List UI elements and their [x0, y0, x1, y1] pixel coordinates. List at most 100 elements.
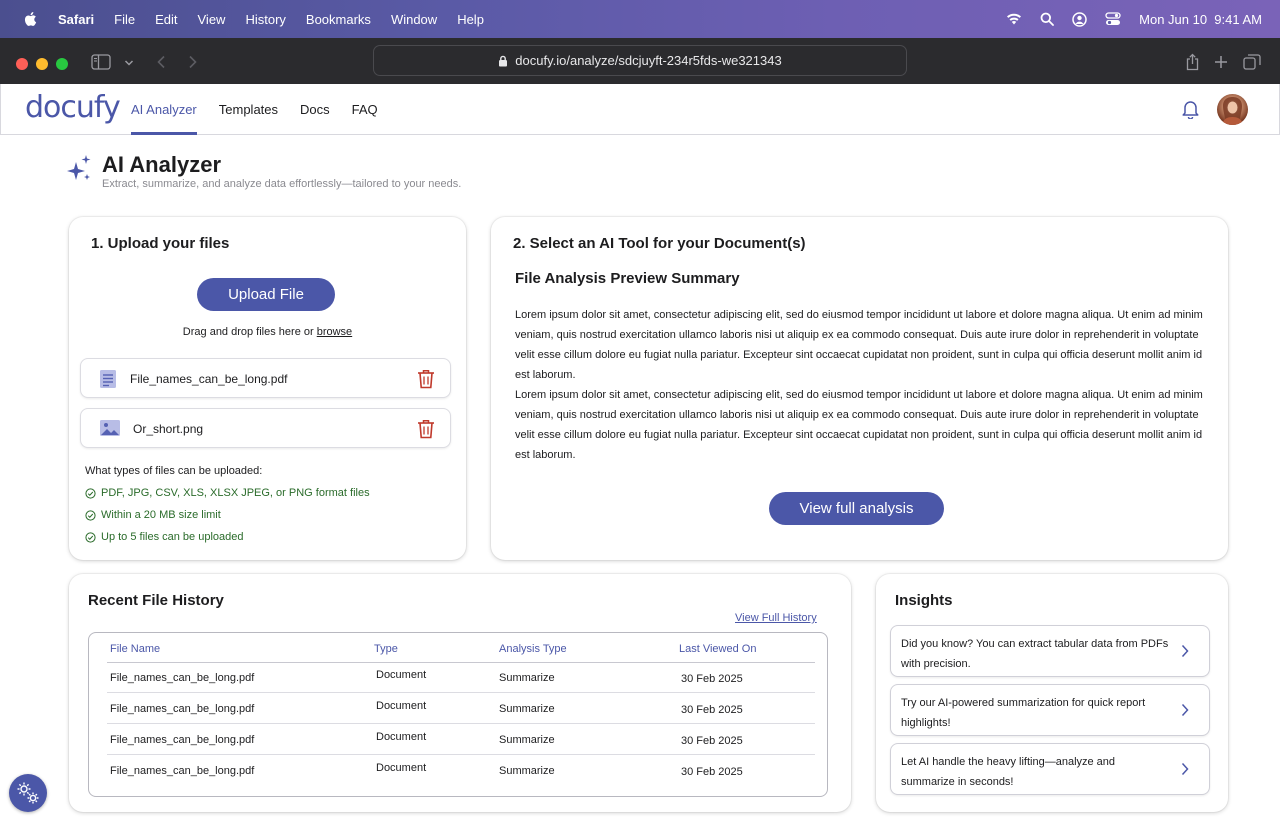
cell-last-viewed: 30 Feb 2025	[681, 766, 743, 778]
wifi-icon[interactable]	[1006, 13, 1022, 25]
image-icon	[100, 420, 120, 436]
summary-paragraph: Lorem ipsum dolor sit amet, consectetur …	[515, 309, 1203, 381]
insight-text: Try our AI-powered summarization for qui…	[901, 697, 1146, 729]
menu-help[interactable]: Help	[457, 12, 484, 27]
drag-drop-hint[interactable]: Drag and drop files here or browse	[69, 326, 466, 338]
insight-text: Did you know? You can extract tabular da…	[901, 638, 1169, 670]
menu-file[interactable]: File	[114, 12, 135, 27]
tab-templates[interactable]: Templates	[219, 84, 278, 135]
column-header-file-name[interactable]: File Name	[110, 643, 160, 655]
macos-menubar: Safari File Edit View History Bookmarks …	[0, 0, 1280, 38]
column-header-last-viewed[interactable]: Last Viewed On	[679, 643, 756, 655]
table-row[interactable]: File_names_can_be_long.pdf Document Summ…	[107, 662, 815, 693]
history-table: File Name Type Analysis Type Last Viewed…	[88, 632, 828, 797]
insights-heading: Insights	[895, 592, 953, 609]
cell-analysis-type: Summarize	[499, 765, 555, 777]
menubar-datetime: Mon Jun 10 9:41 AM	[1139, 11, 1262, 27]
upload-rule-text: PDF, JPG, CSV, XLS, XLSX JPEG, or PNG fo…	[101, 487, 370, 499]
preview-summary-body: Lorem ipsum dolor sit amet, consectetur …	[515, 305, 1205, 465]
share-icon[interactable]	[1185, 53, 1200, 71]
menubar-status-area: Mon Jun 10 9:41 AM	[1006, 0, 1262, 38]
chevron-down-icon[interactable]	[124, 59, 134, 67]
cell-analysis-type: Summarize	[499, 734, 555, 746]
upload-rule: PDF, JPG, CSV, XLS, XLSX JPEG, or PNG fo…	[85, 487, 370, 499]
window-minimize-button[interactable]	[36, 58, 48, 70]
window-close-button[interactable]	[16, 58, 28, 70]
chevron-right-icon	[1181, 762, 1189, 776]
insight-item[interactable]: Try our AI-powered summarization for qui…	[890, 684, 1210, 736]
spotlight-search-icon[interactable]	[1040, 12, 1055, 26]
upload-rule-text: Within a 20 MB size limit	[101, 509, 221, 521]
document-icon	[100, 370, 116, 388]
menu-app-name[interactable]: Safari	[58, 12, 94, 27]
check-circle-icon	[85, 509, 96, 521]
column-header-type[interactable]: Type	[374, 643, 398, 655]
chevron-right-icon	[1181, 644, 1189, 658]
apple-icon[interactable]	[22, 10, 40, 28]
file-name: Or_short.png	[133, 422, 204, 436]
page-title: AI Analyzer	[102, 152, 222, 177]
upload-rules-heading: What types of files can be uploaded:	[85, 465, 263, 477]
view-full-history-link[interactable]: View Full History	[735, 612, 817, 624]
menu-bookmarks[interactable]: Bookmarks	[306, 12, 371, 27]
cell-analysis-type: Summarize	[499, 672, 555, 684]
control-center-icon[interactable]	[1105, 12, 1121, 26]
address-bar[interactable]: docufy.io/analyze/sdcjuyft-234r5fds-we32…	[373, 45, 907, 76]
menu-window[interactable]: Window	[391, 12, 437, 27]
gears-icon	[17, 782, 39, 804]
cell-type: Document	[376, 669, 427, 681]
settings-fab-button[interactable]	[9, 774, 47, 812]
cell-last-viewed: 30 Feb 2025	[681, 704, 743, 716]
cell-analysis-type: Summarize	[499, 703, 555, 715]
user-avatar[interactable]	[1217, 94, 1248, 125]
page-subtitle: Extract, summarize, and analyze data eff…	[102, 178, 462, 190]
menu-edit[interactable]: Edit	[155, 12, 177, 27]
menu-view[interactable]: View	[198, 12, 226, 27]
window-zoom-button[interactable]	[56, 58, 68, 70]
cell-file-name: File_names_can_be_long.pdf	[110, 672, 255, 684]
tab-ai-analyzer[interactable]: AI Analyzer	[131, 84, 197, 135]
forward-icon[interactable]	[188, 55, 198, 69]
cell-last-viewed: 30 Feb 2025	[681, 673, 743, 685]
upload-heading: 1. Upload your files	[91, 235, 230, 252]
insight-item[interactable]: Let AI handle the heavy lifting—analyze …	[890, 743, 1210, 795]
tab-overview-icon[interactable]	[1243, 54, 1261, 70]
cell-type: Document	[376, 762, 427, 774]
tab-docs[interactable]: Docs	[300, 84, 330, 135]
ai-tool-card: 2. Select an AI Tool for your Document(s…	[491, 217, 1228, 560]
trash-icon[interactable]	[417, 369, 435, 389]
sidebar-toggle-icon[interactable]	[91, 54, 111, 70]
browse-link[interactable]: browse	[317, 326, 352, 338]
summary-paragraph: Lorem ipsum dolor sit amet, consectetur …	[515, 389, 1203, 461]
table-row[interactable]: File_names_can_be_long.pdf Document Summ…	[107, 693, 815, 724]
view-full-analysis-button[interactable]: View full analysis	[769, 492, 944, 525]
browser-toolbar: docufy.io/analyze/sdcjuyft-234r5fds-we32…	[0, 38, 1280, 84]
url-text: docufy.io/analyze/sdcjuyft-234r5fds-we32…	[515, 53, 782, 68]
menu-history[interactable]: History	[245, 12, 285, 27]
check-circle-icon	[85, 487, 96, 499]
main-nav: AI Analyzer Templates Docs FAQ	[131, 84, 378, 135]
uploaded-file-item[interactable]: File_names_can_be_long.pdf	[80, 358, 451, 398]
upload-rule: Within a 20 MB size limit	[85, 509, 221, 521]
upload-rule: Up to 5 files can be uploaded	[85, 531, 244, 543]
tab-faq[interactable]: FAQ	[352, 84, 378, 135]
cell-file-name: File_names_can_be_long.pdf	[110, 765, 255, 777]
table-row[interactable]: File_names_can_be_long.pdf Document Summ…	[107, 755, 815, 786]
docufy-logo[interactable]: docufy	[25, 90, 121, 125]
check-circle-icon	[85, 531, 96, 543]
uploaded-file-item[interactable]: Or_short.png	[80, 408, 451, 448]
chevron-right-icon	[1181, 703, 1189, 717]
history-heading: Recent File History	[88, 592, 224, 609]
trash-icon[interactable]	[417, 419, 435, 439]
file-name: File_names_can_be_long.pdf	[130, 372, 288, 386]
upload-file-button[interactable]: Upload File	[197, 278, 335, 311]
new-tab-icon[interactable]	[1214, 55, 1228, 69]
cell-type: Document	[376, 700, 427, 712]
table-row[interactable]: File_names_can_be_long.pdf Document Summ…	[107, 724, 815, 755]
notification-bell-icon[interactable]	[1181, 99, 1200, 119]
column-header-analysis-type[interactable]: Analysis Type	[499, 643, 567, 655]
user-account-icon[interactable]	[1072, 11, 1087, 27]
back-icon[interactable]	[156, 55, 166, 69]
insight-item[interactable]: Did you know? You can extract tabular da…	[890, 625, 1210, 677]
ai-tool-heading: 2. Select an AI Tool for your Document(s…	[513, 235, 806, 252]
